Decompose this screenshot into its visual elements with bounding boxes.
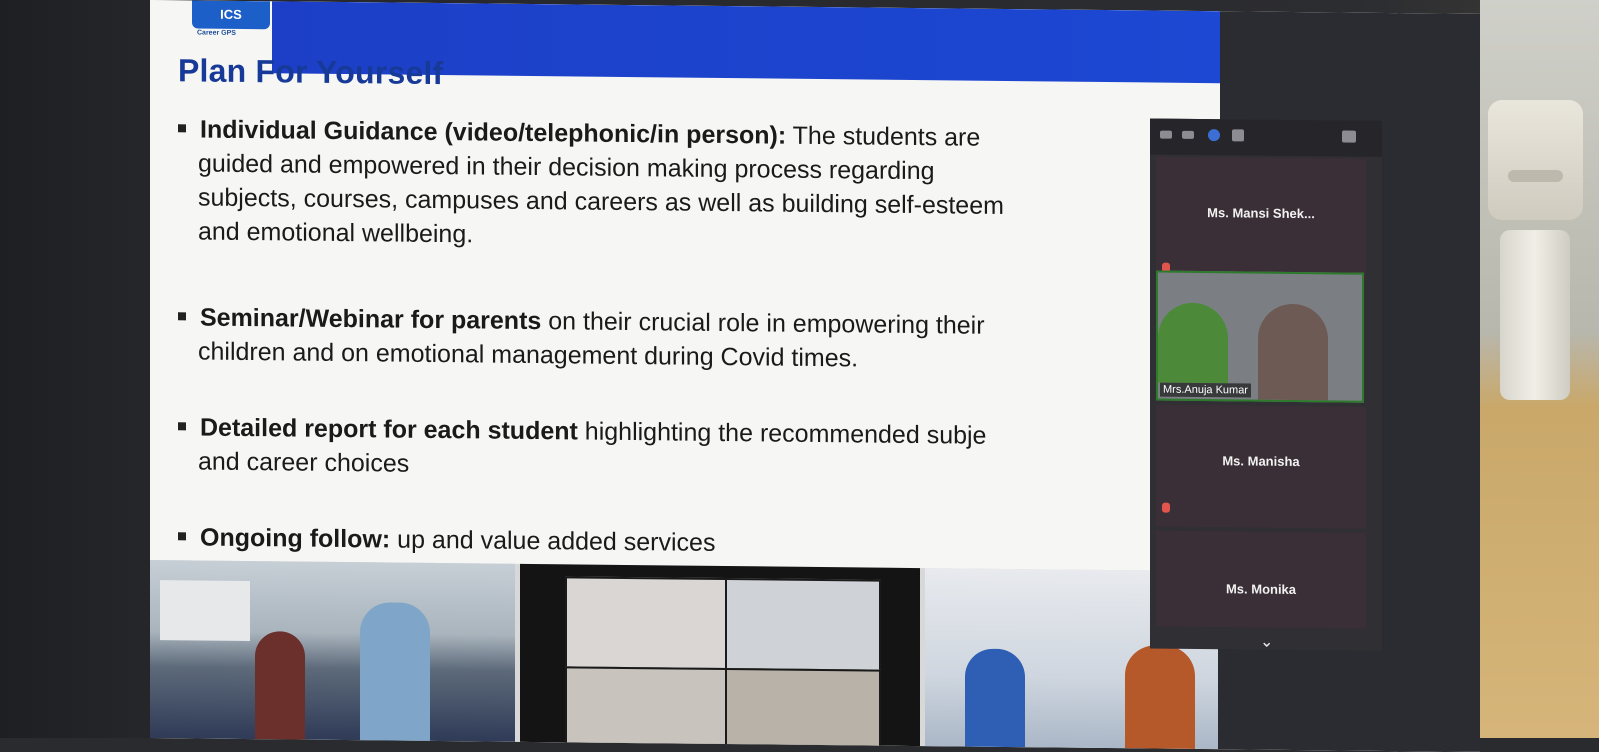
participant-name: Ms. Monika bbox=[1225, 581, 1297, 598]
video-detail-plant bbox=[1158, 302, 1228, 384]
photo-detail-person bbox=[1125, 645, 1195, 749]
photo-detail-person bbox=[360, 602, 430, 741]
photo-classroom-session bbox=[150, 560, 515, 742]
bullet-text: up and value added services bbox=[390, 525, 716, 557]
slide-title: Plan For Yourself bbox=[178, 52, 444, 92]
participant-name: Ms. Manisha bbox=[1222, 453, 1300, 470]
photo-call-tile bbox=[725, 578, 881, 672]
participant-video-tile[interactable]: Mrs.Anuja Kumar bbox=[1156, 270, 1364, 403]
panel-toolbar bbox=[1150, 118, 1382, 157]
presentation-slide: ICS Career GPS Plan For Yourself Individ… bbox=[150, 0, 1220, 572]
logo-text: ICS bbox=[220, 6, 242, 22]
slide-photo-strip bbox=[150, 560, 1218, 750]
photo-call-tile bbox=[565, 666, 727, 749]
mic-muted-icon bbox=[1162, 502, 1170, 513]
photo-call-tile bbox=[565, 576, 727, 671]
photo-detail-board bbox=[160, 580, 250, 642]
participant-name: Mrs.Anuja Kumar bbox=[1160, 382, 1251, 398]
participants-panel: Ms. Mansi Shek... Mrs.Anuja Kumar Ms. Ma… bbox=[1150, 118, 1382, 652]
photo-detail-person bbox=[255, 631, 305, 740]
video-detail-person bbox=[1258, 303, 1328, 401]
bullet-text: and career choices bbox=[198, 447, 410, 478]
bullet-text: highlighting the recommended subje bbox=[577, 417, 987, 450]
minimize-icon[interactable] bbox=[1160, 130, 1172, 139]
bullet-icon bbox=[178, 124, 186, 133]
participant-tile[interactable]: Ms. Manisha bbox=[1156, 404, 1366, 529]
participant-tile[interactable]: Ms. Monika bbox=[1156, 530, 1366, 629]
bullet-icon bbox=[178, 532, 186, 541]
bullet-individual-guidance: Individual Guidance (video/telephonic/in… bbox=[178, 112, 1218, 259]
bullet-bold: Individual Guidance (video/telephonic/in… bbox=[200, 115, 787, 150]
bullet-text: The students are bbox=[786, 121, 981, 152]
background-appliance bbox=[1488, 100, 1583, 220]
background-bottle bbox=[1500, 230, 1570, 400]
photo-detail-person bbox=[965, 648, 1025, 748]
speaker-view-icon[interactable] bbox=[1208, 129, 1220, 142]
bullet-bold: Seminar/Webinar for parents bbox=[200, 303, 542, 336]
bullet-bold: Ongoing follow: bbox=[200, 523, 391, 554]
bullet-text: on their crucial role in empowering thei… bbox=[541, 307, 985, 340]
ics-logo: ICS bbox=[192, 0, 270, 30]
screen: ICS Career GPS Plan For Yourself Individ… bbox=[150, 0, 1480, 752]
bullet-icon bbox=[178, 312, 186, 321]
window-icon[interactable] bbox=[1182, 130, 1194, 139]
gallery-view-icon[interactable] bbox=[1232, 129, 1244, 142]
bullet-seminar-webinar: Seminar/Webinar for parents on their cru… bbox=[178, 300, 1218, 379]
bullet-ongoing-follow: Ongoing follow: up and value added servi… bbox=[178, 520, 1218, 565]
chevron-down-icon[interactable]: ⌄ bbox=[1260, 632, 1273, 652]
bullet-bold: Detailed report for each student bbox=[200, 413, 578, 446]
exit-fullscreen-icon[interactable] bbox=[1342, 130, 1356, 143]
logo-subtext: Career GPS bbox=[197, 29, 236, 37]
bullet-detailed-report: Detailed report for each student highlig… bbox=[178, 410, 1218, 489]
bullet-text: children and on emotional management dur… bbox=[198, 337, 859, 373]
photo-video-call-grid bbox=[520, 563, 920, 750]
participant-tile[interactable]: Ms. Mansi Shek... bbox=[1156, 156, 1366, 281]
photo-call-tile bbox=[725, 668, 881, 750]
bullet-icon bbox=[178, 422, 186, 431]
participant-name: Ms. Mansi Shek... bbox=[1207, 205, 1315, 222]
